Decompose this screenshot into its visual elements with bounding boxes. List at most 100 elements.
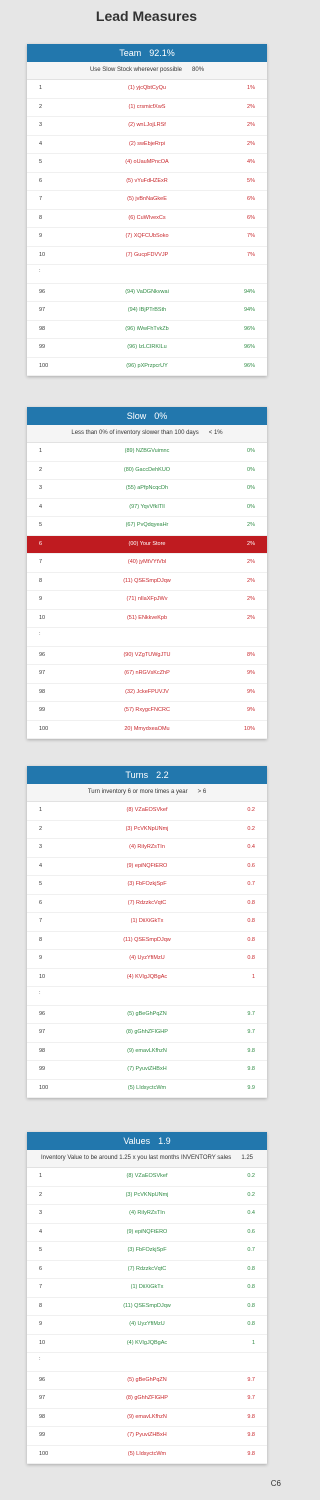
list-separator: : bbox=[27, 987, 267, 1006]
list-row[interactable]: 98 (9) emavLKfhzN 9.8 bbox=[27, 1043, 267, 1061]
row-store-name: (55) aPfpNcqcDh bbox=[125, 485, 169, 491]
list-row[interactable]: 5 (3) FbFOzkjSpF 0.7 bbox=[27, 876, 267, 895]
list-row[interactable]: 1 (8) VZaEOSVkef 0.2 bbox=[27, 802, 267, 821]
list-row[interactable]: 99 (7) PyuviZHBxH 9.8 bbox=[27, 1427, 267, 1446]
row-value: 96% bbox=[243, 325, 255, 332]
row-value: 0.4 bbox=[247, 1210, 255, 1216]
list-row[interactable]: 99 (96) IzLCIRKILu 96% bbox=[27, 339, 267, 358]
list-row[interactable]: 10 (4) KVIgJQBgAc 1 bbox=[27, 969, 267, 987]
row-value: 0.2 bbox=[247, 825, 255, 832]
list-row[interactable]: 9 (4) UyzYfiMzU 0.8 bbox=[27, 950, 267, 969]
row-store-name: (3) FbFOzkjSpF bbox=[127, 1247, 167, 1253]
list-row[interactable]: 3 (4) RiIyRZsTIn 0.4 bbox=[27, 1205, 267, 1224]
list-row[interactable]: 6 (7) RdzzkcVqtC 0.8 bbox=[27, 1261, 267, 1279]
list-row[interactable]: 99 (57) RxygcFNCRC 9% bbox=[27, 702, 267, 721]
card-header[interactable]: Turns 2.2 bbox=[27, 766, 267, 784]
list-row[interactable]: 8 (6) CuWIvexCs 6% bbox=[27, 210, 267, 228]
row-rank: 10 bbox=[39, 1339, 46, 1346]
list-row[interactable]: 4 (2) swEbjeRrpi 2% bbox=[27, 136, 267, 154]
list-row[interactable]: 1 (8) VZaEOSVkef 0.2 bbox=[27, 1168, 267, 1187]
row-value: 0% bbox=[247, 485, 255, 491]
list-row[interactable]: 3 (55) aPfpNcqcDh 0% bbox=[27, 480, 267, 499]
row-store-name: (9) emavLKfhzN bbox=[127, 1047, 167, 1054]
row-value: 0.2 bbox=[247, 807, 255, 813]
list-row[interactable]: 96 (5) gBeGhPqZN 9.7 bbox=[27, 1372, 267, 1390]
list-row[interactable]: 96 (90) VZgTUWgJTU 8% bbox=[27, 647, 267, 665]
list-row[interactable]: 8 (11) QSESmpDJqw 2% bbox=[27, 573, 267, 591]
row-store-name: (80) GaccDehKUO bbox=[123, 466, 171, 473]
card-subtitle-text: Inventory Value to be around 1.25 x you … bbox=[40, 1155, 232, 1161]
list-row[interactable]: 10 (7) GucpFDVVJP 7% bbox=[27, 247, 267, 265]
list-row[interactable]: 4 (97) YqvVfkITll 0% bbox=[27, 499, 267, 517]
list-row[interactable]: 1 (1) yjcQbtCyQu 1% bbox=[27, 80, 267, 99]
row-value: 0.7 bbox=[247, 1247, 255, 1253]
list-row[interactable]: 5 (67) PvQdqyeaHr 2% bbox=[27, 517, 267, 536]
row-rank: 96 bbox=[39, 1376, 46, 1383]
list-row[interactable]: 7 (5) jvBnNaGkeE 6% bbox=[27, 191, 267, 210]
row-value: 2% bbox=[247, 614, 255, 621]
list-row[interactable]: 2 (3) PcVKNpUNmj 0.2 bbox=[27, 821, 267, 839]
list-row[interactable]: 96 (5) gBeGhPqZN 9.7 bbox=[27, 1006, 267, 1024]
row-store-name: (8) VZaEOSVkef bbox=[126, 807, 168, 813]
list-row[interactable]: 96 (94) VaDGNkvwai 94% bbox=[27, 284, 267, 302]
list-separator: : bbox=[27, 628, 267, 647]
list-row[interactable]: 3 (2) wnLJojLRSf 2% bbox=[27, 117, 267, 136]
list-row[interactable]: 100 20) MmydxeaOMu 10% bbox=[27, 721, 267, 739]
row-store-name: (67) nRGVsKcZhP bbox=[124, 670, 170, 676]
row-rank: 98 bbox=[39, 1047, 46, 1054]
row-value: 0.2 bbox=[247, 1191, 255, 1198]
row-store-name: (6) CuWIvexCs bbox=[128, 214, 166, 221]
list-row[interactable]: 2 (80) GaccDehKUO 0% bbox=[27, 462, 267, 480]
list-row[interactable]: 99 (7) PyuviZHBxH 9.8 bbox=[27, 1061, 267, 1080]
list-row[interactable]: 3 (4) RiIyRZsTIn 0.4 bbox=[27, 839, 267, 858]
list-row[interactable]: 97 (67) nRGVsKcZhP 9% bbox=[27, 665, 267, 684]
list-row[interactable]: 4 (9) epiNQFtERO 0.6 bbox=[27, 1224, 267, 1242]
card-header[interactable]: Team 92.1% bbox=[27, 44, 267, 62]
list-row[interactable]: 4 (9) epiNQFtERO 0.6 bbox=[27, 858, 267, 876]
list-row[interactable]: 7 (1) DiiXiGkTx 0.8 bbox=[27, 913, 267, 932]
highlighted-row[interactable]: 6 (00) Your Store 2% bbox=[27, 535, 267, 554]
list-row[interactable]: 97 (8) gGhhZFIGHP 9.7 bbox=[27, 1024, 267, 1043]
row-rank: 8 bbox=[39, 577, 43, 584]
list-row[interactable]: 5 (4) oUauMPncOA 4% bbox=[27, 154, 267, 173]
row-store-name: (94) VaDGNkvwai bbox=[125, 288, 169, 295]
list-row[interactable]: 6 (7) RdzzkcVqtC 0.8 bbox=[27, 895, 267, 913]
list-row[interactable]: 100 (96) pXPrzpcrUY 96% bbox=[27, 358, 267, 376]
card-header[interactable]: Slow 0% bbox=[27, 407, 267, 425]
list-row[interactable]: 7 (1) DiiXiGkTx 0.8 bbox=[27, 1279, 267, 1298]
list-row[interactable]: 100 (5) LIdsyctcWm 9.8 bbox=[27, 1446, 267, 1464]
row-rank: 97 bbox=[39, 1395, 46, 1401]
row-store-name: (40) jyMtVYtVbl bbox=[127, 559, 167, 565]
card-header[interactable]: Values 1.9 bbox=[27, 1132, 267, 1150]
row-store-name: (4) oUauMPncOA bbox=[125, 159, 169, 165]
list-row[interactable]: 97 (94) IBjPTrBSth 94% bbox=[27, 302, 267, 321]
list-row[interactable]: 8 (11) QSESmpDJqw 0.8 bbox=[27, 932, 267, 950]
row-value: 96% bbox=[243, 362, 255, 369]
list-row[interactable]: 1 (89) NZBGVuimnc 0% bbox=[27, 443, 267, 462]
row-value: 0.8 bbox=[247, 1302, 255, 1309]
list-row[interactable]: 2 (3) PcVKNpUNmj 0.2 bbox=[27, 1187, 267, 1205]
list-row[interactable]: 6 (5) vYuFdHZExR 5% bbox=[27, 173, 267, 191]
row-rank: 3 bbox=[39, 844, 43, 850]
row-value: 0.2 bbox=[247, 1173, 255, 1179]
list-row[interactable]: 98 (32) JckeFPUVJV 9% bbox=[27, 684, 267, 702]
list-row[interactable]: 98 (96) iWwFhTvkZb 96% bbox=[27, 321, 267, 339]
row-rank: 96 bbox=[39, 1010, 46, 1017]
list-row[interactable]: 2 (1) crsmicfXwS 2% bbox=[27, 99, 267, 117]
list-row[interactable]: 97 (8) gGhhZFIGHP 9.7 bbox=[27, 1390, 267, 1409]
card-subtitle-text: Turn inventory 6 or more times a year bbox=[87, 789, 188, 795]
row-store-name: (5) gBeGhPqZN bbox=[127, 1010, 167, 1017]
list-row[interactable]: 5 (3) FbFOzkjSpF 0.7 bbox=[27, 1242, 267, 1261]
list-row[interactable]: 9 (7) XQFCUbSoko 7% bbox=[27, 228, 267, 247]
list-row[interactable]: 9 (71) nIlaXFpJWv 2% bbox=[27, 591, 267, 610]
row-rank: 99 bbox=[39, 707, 46, 713]
list-row[interactable]: 8 (11) QSESmpDJqw 0.8 bbox=[27, 1298, 267, 1316]
list-row[interactable]: 10 (4) KVIgJQBgAc 1 bbox=[27, 1335, 267, 1353]
list-row[interactable]: 10 (51) ENkkveKpb 2% bbox=[27, 610, 267, 628]
list-row[interactable]: 7 (40) jyMtVYtVbl 2% bbox=[27, 554, 267, 573]
list-row[interactable]: 9 (4) UyzYfiMzU 0.8 bbox=[27, 1316, 267, 1335]
list-row[interactable]: 98 (9) emavLKfhzN 9.8 bbox=[27, 1409, 267, 1427]
list-row[interactable]: 100 (5) LIdsyctcWm 9.9 bbox=[27, 1080, 267, 1098]
row-rank: 96 bbox=[39, 651, 46, 658]
row-store-name: (51) ENkkveKpb bbox=[126, 614, 168, 621]
